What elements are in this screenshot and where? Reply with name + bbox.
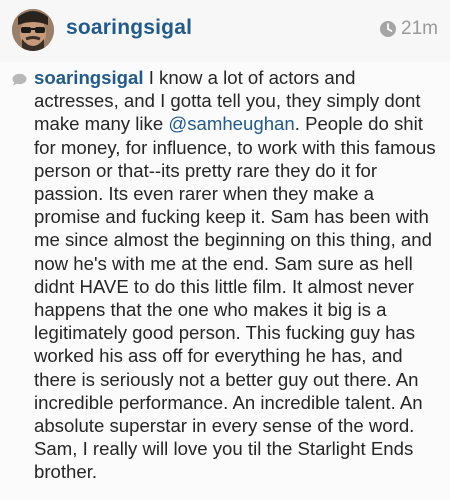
post-header: soaringsigal 21m bbox=[0, 0, 450, 63]
caption-text: soaringsigal I know a lot of actors and … bbox=[34, 66, 444, 484]
post-time-label: 21m bbox=[401, 18, 438, 39]
clock-icon bbox=[380, 21, 397, 37]
post-time: 21m bbox=[379, 18, 438, 40]
caption-text-part-2: . People do shit for money, for influenc… bbox=[34, 113, 436, 483]
header-username[interactable]: soaringsigal bbox=[66, 16, 192, 40]
avatar-image bbox=[12, 9, 54, 51]
comment-bubble-icon bbox=[12, 73, 27, 86]
mention-link[interactable]: @samheughan bbox=[168, 113, 294, 134]
caption-username[interactable]: soaringsigal bbox=[34, 67, 144, 88]
avatar[interactable] bbox=[12, 9, 54, 51]
